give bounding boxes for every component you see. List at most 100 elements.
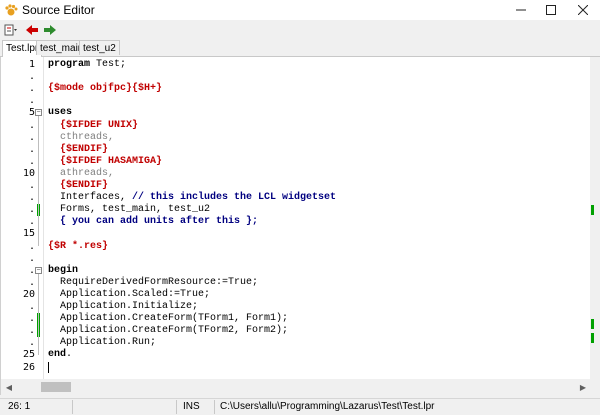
- line-number[interactable]: .: [1, 120, 35, 132]
- status-divider: [214, 400, 215, 414]
- line-number[interactable]: .: [1, 301, 35, 313]
- lazarus-paw-icon: [5, 4, 18, 16]
- close-icon: [578, 5, 588, 15]
- code-token: {$IFDEF HASAMIGA}: [60, 155, 163, 167]
- code-line[interactable]: Application.Scaled:=True;: [48, 289, 210, 301]
- code-line[interactable]: {$ENDIF}: [48, 180, 108, 192]
- code-line[interactable]: Interfaces, // this includes the LCL wid…: [48, 192, 336, 204]
- back-button[interactable]: [24, 22, 40, 38]
- line-number[interactable]: .: [1, 313, 35, 325]
- line-number[interactable]: 25: [1, 349, 35, 361]
- tab-test-u2[interactable]: test_u2: [79, 40, 120, 55]
- minimize-icon: [516, 9, 526, 11]
- close-button[interactable]: [568, 0, 598, 20]
- line-number[interactable]: .: [1, 325, 35, 337]
- insert-mode: INS: [183, 401, 200, 412]
- line-number-gutter[interactable]: 1... 5−.... 10.... 15... −. 20.... 25 26: [1, 57, 44, 379]
- code-line[interactable]: {$mode objfpc}{$H+}: [48, 83, 162, 95]
- fold-guide: [38, 273, 39, 356]
- code-line[interactable]: RequireDerivedFormResource:=True;: [48, 277, 258, 289]
- code-token: uses: [48, 107, 73, 119]
- code-token: RequireDerivedFormResource:=True;: [48, 276, 259, 288]
- code-area[interactable]: program Test; {$mode objfpc}{$H+} uses {$I…: [48, 57, 591, 379]
- code-line[interactable]: {$IFDEF HASAMIGA}: [48, 156, 162, 168]
- code-token: // this includes the LCL widgetset: [132, 192, 337, 204]
- jump-menu-button[interactable]: [3, 22, 19, 38]
- forward-button[interactable]: [42, 22, 58, 38]
- code-token: Application.Run;: [48, 337, 157, 349]
- code-token: Application.CreateForm(TForm2, Form2);: [48, 325, 289, 337]
- title-bar: Source Editor: [0, 0, 600, 20]
- code-line[interactable]: { you can add units after this };: [48, 216, 258, 228]
- horizontal-scrollbar[interactable]: ◀ ▶: [1, 379, 591, 395]
- line-number[interactable]: .: [1, 180, 35, 192]
- line-number[interactable]: 26: [1, 362, 35, 374]
- code-token: { you can add units after this };: [60, 216, 259, 228]
- code-token: {$ENDIF}: [60, 143, 109, 155]
- code-token: Test;: [90, 59, 127, 70]
- code-token: {$ENDIF}: [60, 180, 109, 191]
- line-number[interactable]: .: [1, 192, 35, 204]
- line-number[interactable]: .: [1, 132, 35, 144]
- jump-menu-icon: [4, 24, 17, 36]
- code-line[interactable]: program Test;: [48, 59, 126, 71]
- code-token: Application.Initialize;: [48, 301, 199, 312]
- code-line[interactable]: Forms, test_main, test_u2: [48, 204, 210, 216]
- back-arrow-icon: [26, 25, 38, 35]
- maximize-icon: [546, 5, 556, 15]
- code-token: .: [66, 349, 73, 361]
- code-line[interactable]: athreads,: [48, 168, 114, 180]
- fold-toggle-icon[interactable]: −: [35, 266, 42, 274]
- modified-marker: [591, 205, 594, 215]
- scroll-left-icon[interactable]: ◀: [1, 379, 17, 395]
- code-line[interactable]: begin: [48, 265, 78, 277]
- code-token: end: [48, 349, 67, 361]
- code-line[interactable]: {$R *.res}: [48, 241, 108, 253]
- fold-toggle-icon[interactable]: −: [35, 109, 42, 117]
- file-path: C:\Users\allu\Programming\Lazarus\Test\T…: [220, 401, 435, 412]
- line-number[interactable]: .: [1, 216, 35, 228]
- code-token: {$IFDEF UNIX}: [60, 119, 139, 131]
- code-line[interactable]: Application.Initialize;: [48, 301, 198, 313]
- status-divider: [176, 400, 177, 414]
- line-number[interactable]: .: [1, 253, 35, 265]
- scroll-right-icon[interactable]: ▶: [575, 379, 591, 395]
- code-line[interactable]: Application.CreateForm(TForm2, Form2);: [48, 325, 288, 337]
- forward-arrow-icon: [44, 25, 56, 35]
- line-number[interactable]: .: [1, 144, 35, 156]
- horizontal-scroll-thumb[interactable]: [41, 382, 71, 392]
- line-number[interactable]: .: [1, 83, 35, 95]
- cursor-position: 26: 1: [8, 401, 31, 412]
- code-token: {$mode objfpc}{$H+}: [48, 83, 163, 95]
- code-line[interactable]: [48, 361, 49, 374]
- vertical-scrollbar[interactable]: [590, 57, 600, 395]
- line-number[interactable]: .: [1, 265, 35, 277]
- line-number[interactable]: .: [1, 337, 35, 349]
- code-line[interactable]: uses: [48, 107, 72, 119]
- code-line[interactable]: Application.Run;: [48, 337, 156, 349]
- status-bar: 26: 1 INS C:\Users\allu\Programming\Laza…: [0, 398, 600, 415]
- code-editor[interactable]: 1... 5−.... 10.... 15... −. 20.... 25 26 progra…: [0, 57, 591, 395]
- line-number[interactable]: .: [1, 71, 35, 83]
- line-number[interactable]: .: [1, 156, 35, 168]
- code-line[interactable]: {$ENDIF}: [48, 144, 108, 156]
- minimize-button[interactable]: [506, 0, 536, 20]
- line-number[interactable]: 20: [1, 289, 35, 301]
- code-token: {$R *.res}: [48, 240, 109, 252]
- code-token: Application.CreateForm(TForm1, Form1);: [48, 313, 289, 325]
- line-number[interactable]: 1: [1, 59, 35, 71]
- line-number[interactable]: 10: [1, 168, 35, 180]
- line-number[interactable]: 15: [1, 228, 35, 240]
- maximize-button[interactable]: [536, 0, 566, 20]
- code-line[interactable]: cthreads,: [48, 132, 114, 144]
- code-line[interactable]: end.: [48, 349, 72, 361]
- code-line[interactable]: {$IFDEF UNIX}: [48, 120, 138, 132]
- line-number[interactable]: .: [1, 95, 35, 107]
- line-number[interactable]: 5: [1, 107, 35, 119]
- code-line[interactable]: Application.CreateForm(TForm1, Form1);: [48, 313, 288, 325]
- line-number[interactable]: .: [1, 204, 35, 216]
- line-number[interactable]: .: [1, 277, 35, 289]
- line-number[interactable]: .: [1, 241, 35, 253]
